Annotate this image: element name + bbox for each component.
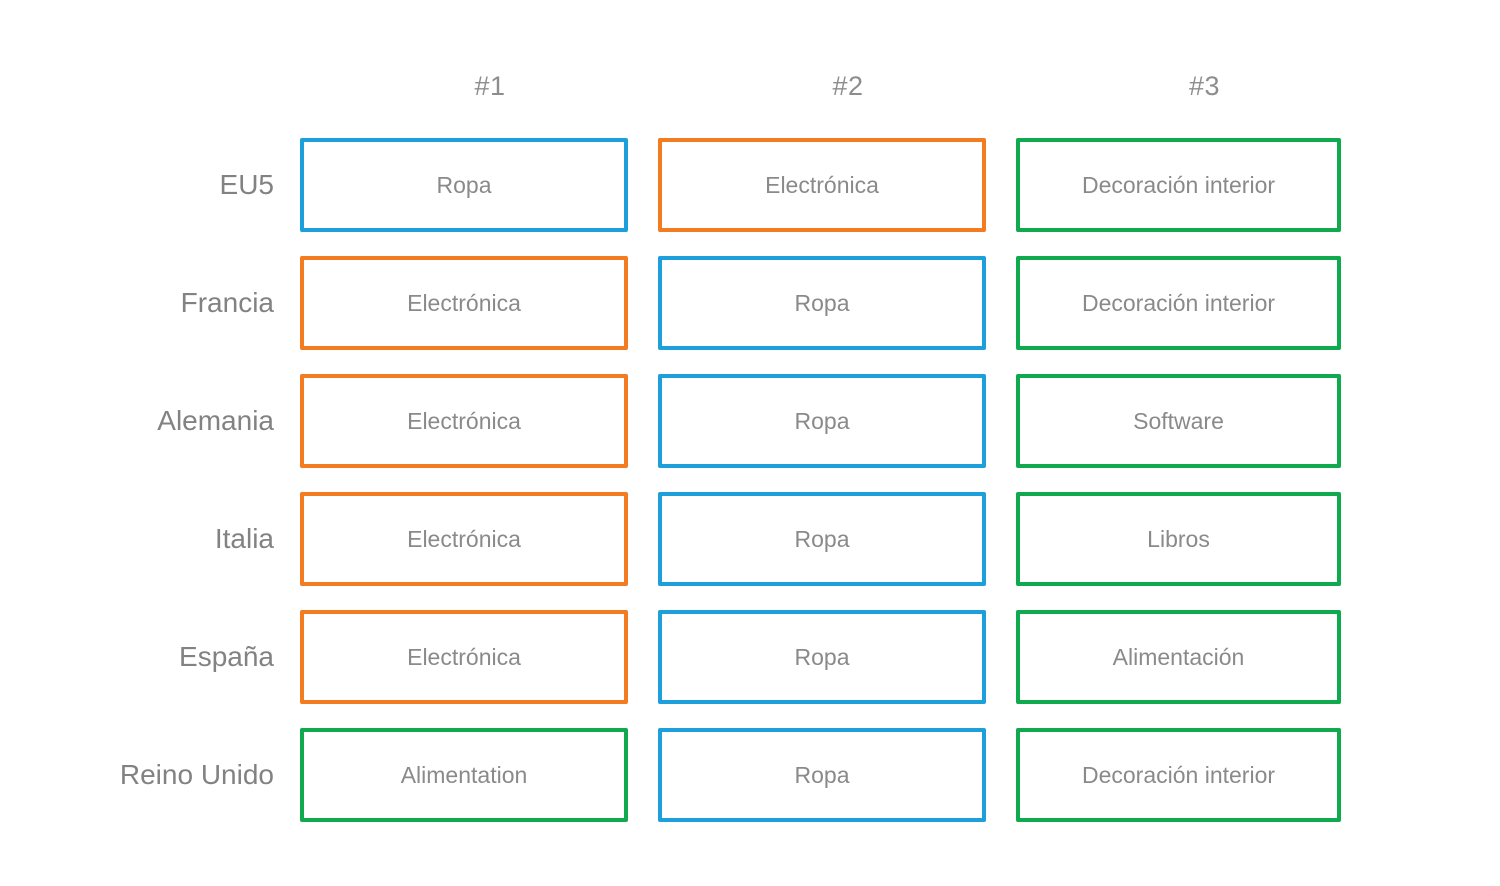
matrix-cell-r2-c3: Decoración interior [1016, 256, 1341, 350]
matrix-cell-r5-c1: Electrónica [300, 610, 628, 704]
header-corner-spacer [0, 62, 326, 110]
matrix-row: Alemania Electrónica Ropa Software [0, 374, 1500, 468]
row-label-2: Francia [180, 287, 274, 318]
matrix-cell-r4-c1: Electrónica [300, 492, 628, 586]
matrix-row: España Electrónica Ropa Alimentación [0, 610, 1500, 704]
row-label-4: Italia [214, 523, 274, 554]
matrix-cell-r6-c1: Alimentation [300, 728, 628, 822]
matrix-cell-r2-c1: Electrónica [300, 256, 628, 350]
matrix-cell-r1-c2: Electrónica [658, 138, 986, 232]
column-header-rank1: #1 [474, 71, 506, 101]
matrix-body: EU5 Ropa Electrónica Decoración interior Fra… [0, 138, 1500, 822]
row-label-5: España [179, 641, 274, 672]
matrix-cell-r4-c2: Ropa [658, 492, 986, 586]
matrix-cell-r1-c1: Ropa [300, 138, 628, 232]
matrix-cell-r6-c3: Decoración interior [1016, 728, 1341, 822]
row-label-3: Alemania [157, 405, 274, 436]
matrix-row: EU5 Ropa Electrónica Decoración interior [0, 138, 1500, 232]
matrix-row: Reino Unido Alimentation Ropa Decoración in… [0, 728, 1500, 822]
matrix-cell-r2-c2: Ropa [658, 256, 986, 350]
matrix-cell-r3-c3: Software [1016, 374, 1341, 468]
matrix-cell-r3-c1: Electrónica [300, 374, 628, 468]
matrix-cell-r5-c3: Alimentación [1016, 610, 1341, 704]
matrix-cell-r6-c2: Ropa [658, 728, 986, 822]
matrix-cell-r3-c2: Ropa [658, 374, 986, 468]
row-label-6: Reino Unido [119, 759, 274, 790]
column-header-rank2: #2 [832, 71, 864, 101]
matrix-cell-r5-c2: Ropa [658, 610, 986, 704]
row-label-1: EU5 [219, 169, 274, 200]
column-header-row: #1 #2 #3 [0, 62, 1500, 110]
column-header-rank3: #3 [1188, 71, 1221, 101]
matrix-cell-r1-c3: Decoración interior [1016, 138, 1341, 232]
ranking-matrix: #1 #2 #3 EU5 Ropa Electrónica Decoración in… [0, 0, 1500, 886]
matrix-row: Francia Electrónica Ropa Decoración interio… [0, 256, 1500, 350]
matrix-row: Italia Electrónica Ropa Libros [0, 492, 1500, 586]
matrix-cell-r4-c3: Libros [1016, 492, 1341, 586]
